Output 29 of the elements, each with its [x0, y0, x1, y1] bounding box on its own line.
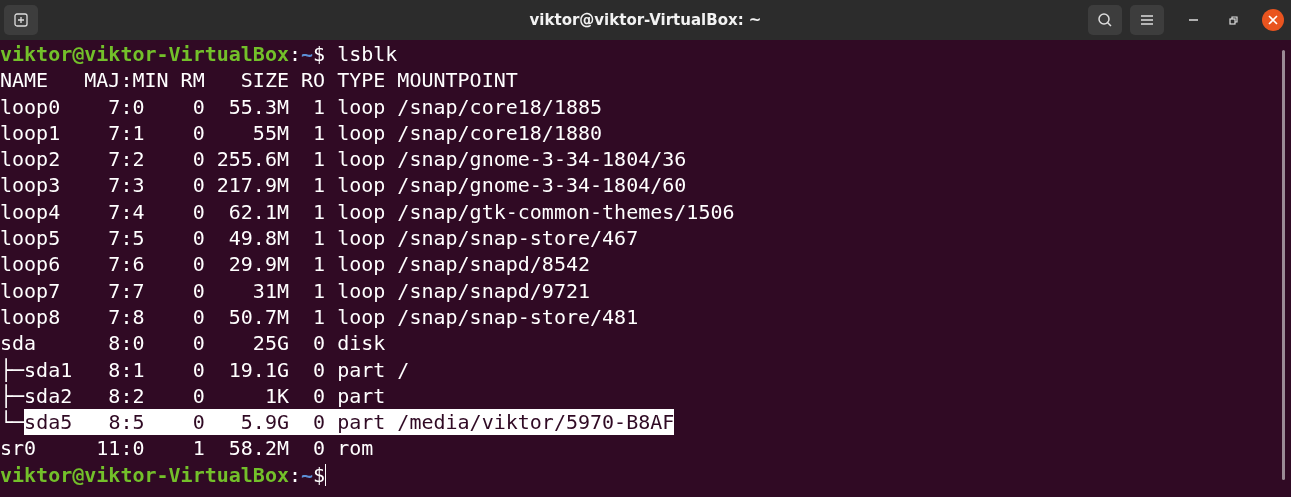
output-line: loop4 7:4 0 62.1M 1 loop /snap/gtk-common-themes/1506 — [0, 198, 735, 226]
output-line: loop1 7:1 0 55M 1 loop /snap/core18/1880 — [0, 119, 603, 147]
output-line: loop6 7:6 0 29.9M 1 loop /snap/snapd/8542 — [0, 251, 590, 278]
scrollbar[interactable] — [1282, 50, 1285, 480]
new-tab-icon — [14, 13, 28, 27]
output-line: loop8 7:8 0 50.7M 1 loop /snap/snap-store/481 — [0, 303, 639, 331]
restore-icon — [1228, 15, 1238, 25]
output-line: ├─sda1 8:1 0 19.1G 0 part / — [0, 356, 410, 383]
menu-button[interactable] — [1130, 5, 1164, 35]
close-icon — [1268, 15, 1278, 25]
close-button[interactable] — [1262, 9, 1284, 31]
search-icon — [1097, 12, 1113, 28]
output-line: loop3 7:3 0 217.9M 1 loop /snap/gnome-3-34-1804/60 — [0, 172, 687, 199]
minimize-icon — [1188, 19, 1198, 21]
output-line: loop0 7:0 0 55.3M 1 loop /snap/core18/1885 — [0, 93, 603, 120]
output-line: sr0 11:0 1 58.2M 0 rom — [0, 435, 374, 462]
tree-branch: └─ — [0, 409, 25, 436]
prompt-line: viktor@viktor-VirtualBox:~$ — [0, 461, 328, 489]
output-line: loop2 7:2 0 255.6M 1 loop /snap/gnome-3-34-1804/36 — [0, 146, 687, 173]
prompt-line: viktor@viktor-VirtualBox:~$ lsblk — [0, 41, 399, 68]
search-button[interactable] — [1088, 5, 1122, 35]
output-line: NAME MAJ:MIN RM SIZE RO TYPE MOUNTPOINT — [0, 67, 518, 94]
new-tab-button[interactable] — [4, 5, 38, 35]
menu-icon — [1141, 14, 1153, 26]
window-title: viktor@viktor-VirtualBox: ~ — [529, 11, 762, 29]
output-line: ├─sda2 8:2 0 1K 0 part — [0, 382, 386, 410]
output-line: loop5 7:5 0 49.8M 1 loop /snap/snap-store/467 — [0, 225, 639, 252]
output-line: sda 8:0 0 25G 0 disk — [0, 330, 386, 357]
output-line: loop7 7:7 0 31M 1 loop /snap/snapd/9721 — [0, 277, 590, 304]
